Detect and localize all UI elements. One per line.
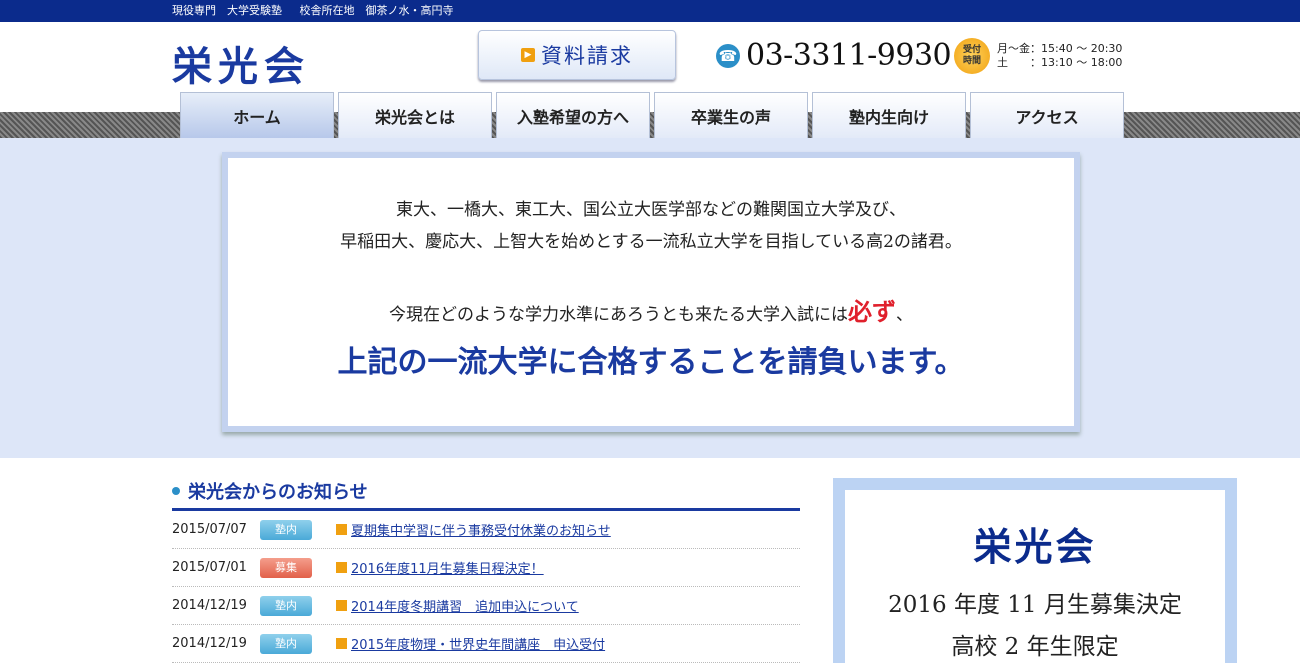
hours-weekday: 月〜金：15:40 〜 20:30: [997, 42, 1123, 55]
news-date: 2014/12/19: [172, 598, 247, 613]
content-area: 栄光会からのお知らせ 2015/07/07 塾内 夏期集中学習に伴う事務受付休業…: [0, 458, 1300, 663]
news-date: 2015/07/01: [172, 560, 247, 575]
phone-contact[interactable]: ☎ 03-3311-9930: [716, 38, 952, 73]
hero-line1: 東大、一橋大、東工大、国公立大医学部などの難関国立大学及び、: [396, 200, 906, 220]
badge-line1: 受付: [962, 45, 981, 55]
arrow-icon: [336, 600, 347, 611]
request-materials-button[interactable]: ▶ 資料請求: [478, 30, 676, 80]
nav-students[interactable]: 塾内生向け: [812, 92, 966, 138]
topbar-tagline: 現役専門 大学受験塾: [172, 4, 282, 17]
phone-number: 03-3311-9930: [746, 38, 952, 73]
banner-logo: 栄光会: [973, 525, 1097, 569]
main-nav-wrapper: ホーム 栄光会とは 入塾希望の方へ 卒業生の声 塾内生向け アクセス: [0, 92, 1300, 138]
news-item: 2014/12/19 塾内 2015年度物理・世界史年間講座 申込受付: [172, 625, 800, 663]
hero-line3: 今現在どのような学力水準にあろうとも来たる大学入試には必ず、: [228, 292, 1074, 327]
hero-emphasis: 必ず: [848, 297, 896, 326]
news-tag: 塾内: [260, 595, 312, 616]
news-item: 2014/12/19 塾内 2014年度冬期講習 追加申込について: [172, 587, 800, 625]
banner-line1: 2016 年度 11 月生募集決定: [888, 592, 1182, 618]
news-tag: 塾内: [260, 519, 312, 540]
bullet-icon: [172, 487, 180, 495]
nav-home[interactable]: ホーム: [180, 92, 334, 138]
hero-line3-pre: 今現在どのような学力水準にあろうとも来たる大学入試には: [389, 305, 848, 325]
nav-graduates[interactable]: 卒業生の声: [654, 92, 808, 138]
news-item: 2015/07/01 募集 2016年度11月生募集日程決定！: [172, 549, 800, 587]
hero-line2: 早稲田大、慶応大、上智大を始めとする一流私立大学を目指している高2の諸君。: [340, 232, 962, 252]
business-hours: 月〜金：15:40 〜 20:30 土 ：13:10 〜 18:00: [997, 42, 1122, 70]
news-date: 2015/07/07: [172, 522, 247, 537]
news-tag: 塾内: [260, 633, 312, 654]
banner-line2: 高校 2 年生限定: [951, 634, 1119, 660]
hero-headline: 上記の一流大学に合格することを請負います。: [337, 345, 965, 380]
news-heading: 栄光会からのお知らせ: [172, 478, 800, 511]
news-section: 栄光会からのお知らせ 2015/07/07 塾内 夏期集中学習に伴う事務受付休業…: [172, 478, 800, 663]
hero-line3-post: 、: [896, 305, 913, 325]
news-title: 栄光会からのお知らせ: [188, 482, 368, 503]
arrow-icon: [336, 638, 347, 649]
news-link[interactable]: 2014年度冬期講習 追加申込について: [351, 596, 579, 615]
hero-section: 東大、一橋大、東工大、国公立大医学部などの難関国立大学及び、 早稲田大、慶応大、…: [0, 138, 1300, 458]
news-link[interactable]: 2015年度物理・世界史年間講座 申込受付: [351, 634, 605, 653]
nav-about[interactable]: 栄光会とは: [338, 92, 492, 138]
hero-message-box: 東大、一橋大、東工大、国公立大医学部などの難関国立大学及び、 早稲田大、慶応大、…: [222, 152, 1080, 432]
phone-icon: ☎: [716, 43, 740, 68]
news-date: 2014/12/19: [172, 636, 247, 651]
hours-saturday: 土 ：13:10 〜 18:00: [997, 56, 1123, 69]
topbar-location: 校舎所在地 御茶ノ水・高円寺: [299, 4, 454, 17]
nav-enroll[interactable]: 入塾希望の方へ: [496, 92, 650, 138]
news-link[interactable]: 2016年度11月生募集日程決定！: [351, 558, 544, 577]
top-bar: 現役専門 大学受験塾 校舎所在地 御茶ノ水・高円寺: [0, 0, 1300, 22]
recruit-banner[interactable]: 栄光会 2016 年度 11 月生募集決定 高校 2 年生限定: [833, 478, 1237, 663]
news-item: 2015/07/07 塾内 夏期集中学習に伴う事務受付休業のお知らせ: [172, 511, 800, 549]
arrow-icon: [336, 524, 347, 535]
nav-access[interactable]: アクセス: [970, 92, 1124, 138]
badge-line2: 時間: [962, 56, 981, 66]
hours-badge: 受付 時間: [954, 38, 990, 74]
main-nav: ホーム 栄光会とは 入塾希望の方へ 卒業生の声 塾内生向け アクセス: [180, 92, 1124, 138]
site-logo[interactable]: 栄光会: [172, 34, 310, 92]
arrow-icon: [336, 562, 347, 573]
news-tag: 募集: [260, 557, 312, 578]
news-link[interactable]: 夏期集中学習に伴う事務受付休業のお知らせ: [351, 520, 611, 539]
request-materials-label: 資料請求: [541, 44, 633, 68]
site-header: 栄光会 ▶ 資料請求 ☎ 03-3311-9930 受付 時間 月〜金：15:4…: [0, 22, 1300, 92]
arrow-right-icon: ▶: [521, 48, 535, 62]
